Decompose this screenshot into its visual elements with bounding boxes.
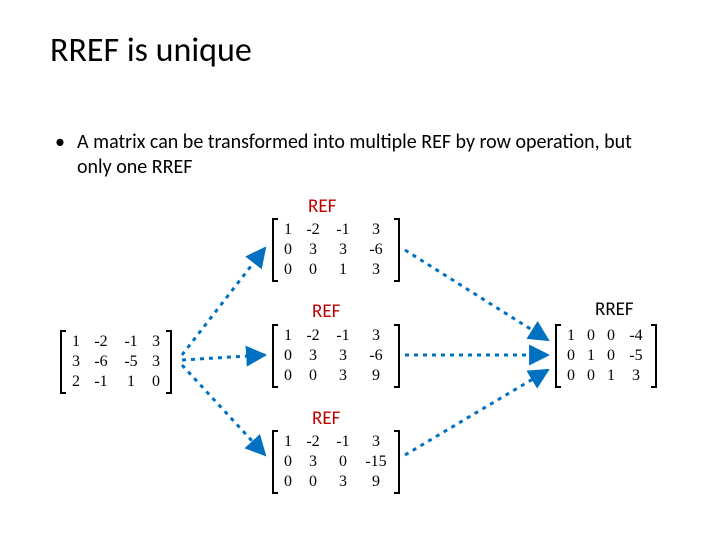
- matrix-rref: 100-4 010-5 0013: [555, 324, 657, 388]
- label-rref: RREF: [595, 298, 634, 321]
- label-ref-mid: REF: [312, 300, 340, 323]
- slide-title: RREF is unique: [50, 30, 252, 71]
- arrow-src-to-ref-mid: [182, 355, 265, 360]
- bullet-text: A matrix can be transformed into multipl…: [55, 130, 660, 180]
- label-ref-bot: REF: [312, 407, 340, 430]
- arrow-src-to-ref-top: [182, 248, 265, 355]
- matrix-ref-top: 1-2-13 033-6 0013: [272, 218, 400, 282]
- arrow-src-to-ref-bot: [182, 365, 265, 455]
- arrow-ref-top-to-rref: [405, 250, 548, 340]
- arrow-ref-bot-to-rref: [405, 370, 548, 455]
- label-ref-top: REF: [308, 195, 336, 218]
- slide: RREF is unique A matrix can be transform…: [0, 0, 720, 540]
- matrix-ref-bot: 1-2-13 030-15 0039: [272, 430, 400, 494]
- matrix-source: 1-2-13 3-6-53 2-110: [60, 330, 172, 394]
- matrix-ref-mid: 1-2-13 033-6 0039: [272, 324, 400, 388]
